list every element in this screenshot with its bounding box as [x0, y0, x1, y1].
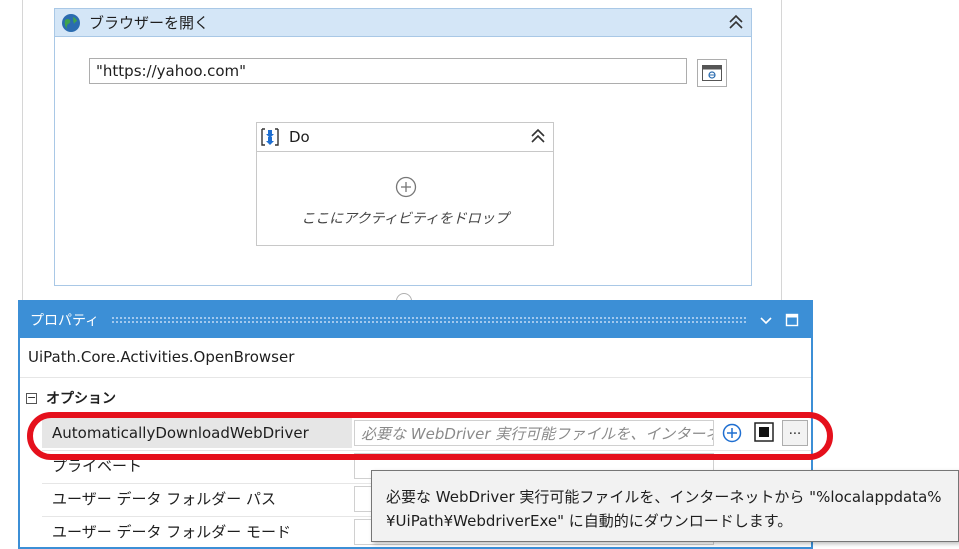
do-sequence-icon	[261, 128, 279, 146]
browser-select-button[interactable]	[697, 59, 727, 87]
tooltip: 必要な WebDriver 実行可能ファイルを、インターネットから "%loca…	[371, 470, 959, 542]
do-title: Do	[289, 128, 310, 146]
category-label: オプション	[46, 391, 116, 407]
properties-title: プロパティ	[30, 313, 100, 329]
title-bar-grip	[111, 316, 747, 324]
browser-window-icon	[702, 65, 722, 81]
drop-hint: ここにアクティビティをドロップ	[301, 211, 509, 227]
category-options[interactable]: − オプション	[26, 388, 116, 408]
property-name[interactable]: ユーザー データ フォルダー パス	[42, 484, 352, 514]
activity-type-name: UiPath.Core.Activities.OpenBrowser	[28, 348, 295, 366]
collapse-chevron-icon[interactable]	[727, 13, 745, 31]
dropdown-arrow-icon[interactable]	[759, 313, 773, 327]
tooltip-line: 必要な WebDriver 実行可能ファイルを、インターネットから "%loca…	[386, 488, 942, 506]
collapse-chevron-icon[interactable]	[529, 127, 547, 145]
tooltip-line: ¥UiPath¥WebdriverExe" に自動的にダウンロードします。	[386, 512, 793, 530]
activity-title: ブラウザーを開く	[89, 14, 210, 32]
open-browser-activity[interactable]: ブラウザーを開く Do	[54, 8, 752, 286]
activity-header[interactable]: ブラウザーを開く	[55, 9, 751, 37]
url-input[interactable]	[89, 58, 687, 84]
add-circle-icon[interactable]	[395, 176, 417, 198]
category-toggle[interactable]: −	[26, 392, 37, 404]
maximize-icon[interactable]	[785, 313, 799, 327]
globe-icon	[62, 13, 80, 32]
do-block[interactable]: Do ここにアクティビティをドロップ	[256, 122, 554, 246]
do-header[interactable]: Do	[257, 123, 553, 152]
red-highlight-annotation	[27, 412, 833, 460]
property-name[interactable]: ユーザー データ フォルダー モード	[42, 517, 352, 547]
properties-title-bar[interactable]: プロパティ	[20, 302, 811, 338]
divider	[20, 377, 811, 378]
